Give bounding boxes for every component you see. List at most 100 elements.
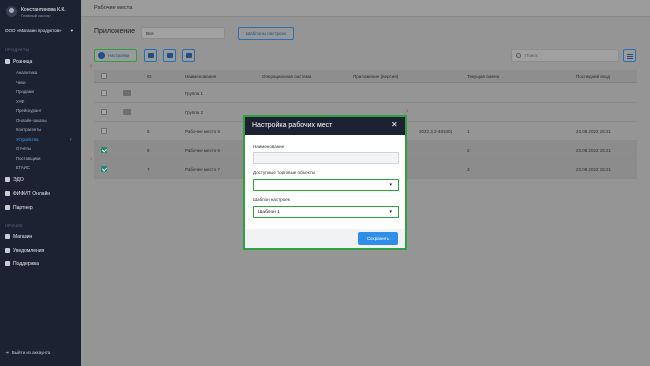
sub-contractors[interactable]: Контрагенты xyxy=(16,127,41,132)
column-shift[interactable]: Текущая смена xyxy=(467,74,499,79)
row-id: 6 xyxy=(147,148,150,153)
gear-icon xyxy=(98,52,105,59)
modal-header: Настройка рабочих мест ✕ xyxy=(245,117,405,135)
group-button[interactable] xyxy=(182,49,195,62)
filter-icon xyxy=(627,54,633,55)
sub-analytics[interactable]: Аналитика xyxy=(16,70,37,75)
row-app: 2022.3.2-48100) xyxy=(419,129,453,134)
select-all-checkbox[interactable] xyxy=(101,73,107,79)
row-checkbox[interactable] xyxy=(101,166,107,172)
page-title: Рабочие места xyxy=(94,5,133,11)
template-select[interactable]: Шаблон 1 ▾ xyxy=(253,206,399,218)
nav-edo[interactable]: ЭДО xyxy=(5,177,77,183)
search-input[interactable]: Поиск xyxy=(511,49,619,62)
row-id: 5 xyxy=(147,129,150,134)
close-icon[interactable]: ✕ xyxy=(391,120,398,129)
search-icon xyxy=(516,53,521,58)
store-icon xyxy=(5,234,10,239)
sub-devices[interactable]: Устройства xyxy=(16,137,38,142)
name-field[interactable] xyxy=(253,152,399,164)
row-checkbox[interactable] xyxy=(101,147,107,153)
move-to-folder-button[interactable] xyxy=(163,49,176,62)
workplace-settings-modal: Настройка рабочих мест ✕ Наименование До… xyxy=(243,115,407,250)
chevron-down-icon: ▾ xyxy=(389,182,392,188)
row-id: 7 xyxy=(147,167,150,172)
org-selector[interactable]: ООО «Магазин продуктов» ▾ xyxy=(5,28,77,33)
template-label: Шаблон настроек xyxy=(253,197,290,202)
avatar xyxy=(6,6,17,17)
nav-support[interactable]: Поддержка xyxy=(5,261,77,267)
row-shift: 1 xyxy=(467,129,470,134)
nav-fwl[interactable]: ФИФИТ Онлайн xyxy=(5,191,77,197)
sub-pricelist[interactable]: Прейскурант xyxy=(16,108,42,113)
chevron-down-icon: ▾ xyxy=(389,209,392,215)
column-last-login[interactable]: Последний вход xyxy=(576,74,610,79)
sub-sales[interactable]: Продажи xyxy=(16,89,34,94)
row-checkbox[interactable] xyxy=(101,90,107,96)
cart-icon xyxy=(5,59,10,64)
row-last-login: 23.08.2022 15:21 xyxy=(576,129,612,134)
annotation-mark-1: 1 xyxy=(90,156,93,161)
logout-button[interactable]: ⇥ Выйти из аккаунта xyxy=(5,350,50,356)
chevron-left-icon: ‹ xyxy=(70,137,72,143)
handshake-icon xyxy=(5,205,10,210)
sub-uaf[interactable]: УАФ xyxy=(16,99,24,104)
nav-retail[interactable]: Розница xyxy=(5,59,77,65)
sub-egais[interactable]: ЕГАИС xyxy=(16,165,30,170)
row-name: Рабочее место 6 xyxy=(185,148,221,153)
row-last-login: 23.08.2022 15:21 xyxy=(576,167,612,172)
name-label: Наименование xyxy=(253,144,285,149)
nav-store[interactable]: Магазин xyxy=(5,234,77,240)
app-select[interactable]: Все xyxy=(141,27,225,39)
sub-reports[interactable]: Отчёты xyxy=(16,146,31,151)
modal-footer: Сохранить xyxy=(245,229,405,248)
objects-label: Доступные торговые объекты xyxy=(253,170,316,175)
sub-receipts[interactable]: Чеки xyxy=(16,80,26,85)
user-profile[interactable]: Константинова К.К. Главный кассир xyxy=(6,6,80,22)
filter-button[interactable] xyxy=(623,49,636,62)
annotation-mark-2: 2 xyxy=(90,63,93,68)
topbar: Рабочие места xyxy=(81,0,650,17)
add-folder-button[interactable] xyxy=(144,49,157,62)
section-products: ПРОДУКТЫ xyxy=(5,47,30,52)
sub-suppliers[interactable]: Поставщики xyxy=(16,156,40,161)
sub-online-orders[interactable]: Онлайн-заказы xyxy=(16,118,47,123)
objects-select[interactable]: ▾ xyxy=(253,179,399,191)
chevron-down-icon: ▾ xyxy=(70,28,73,33)
nav-notifications[interactable]: Уведомления xyxy=(5,248,77,254)
section-other: ПРОЧЕЕ xyxy=(5,223,24,228)
row-name: Рабочее место 7 xyxy=(185,167,221,172)
box-icon xyxy=(5,191,10,196)
folder-icon xyxy=(123,109,131,115)
row-last-login: 23.08.2022 15:21 xyxy=(576,148,612,153)
folder-plus-icon xyxy=(148,53,154,58)
bell-icon xyxy=(5,248,10,253)
row-checkbox[interactable] xyxy=(101,128,107,134)
row-shift: 2 xyxy=(467,148,470,153)
sidebar: Константинова К.К. Главный кассир ООО «М… xyxy=(0,0,81,366)
settings-button[interactable]: Настройки xyxy=(94,49,137,62)
save-button[interactable]: Сохранить xyxy=(358,232,398,245)
app-label: Приложение xyxy=(94,28,136,35)
row-name: Группа 1 xyxy=(185,91,204,96)
column-app[interactable]: Приложение (версия) xyxy=(353,74,398,79)
table-row[interactable]: Группа 1 xyxy=(94,84,637,103)
row-name: Рабочее место 5 xyxy=(185,129,221,134)
folder-icon xyxy=(167,53,173,58)
table-header: ID Наименование Операционная система При… xyxy=(94,70,637,83)
folder-icon xyxy=(123,90,131,96)
document-icon xyxy=(5,177,10,182)
phone-icon xyxy=(5,261,10,266)
row-shift: 3 xyxy=(467,167,470,172)
column-name[interactable]: Наименование xyxy=(185,74,216,79)
nav-partner[interactable]: Партнер xyxy=(5,205,77,211)
column-id[interactable]: ID xyxy=(147,74,152,79)
column-os[interactable]: Операционная система xyxy=(262,74,311,79)
row-checkbox[interactable] xyxy=(101,109,107,115)
settings-templates-button[interactable]: Шаблоны настроек xyxy=(238,27,294,40)
group-icon xyxy=(186,53,192,58)
modal-title: Настройка рабочих мест xyxy=(252,122,333,129)
user-role: Главный кассир xyxy=(21,13,51,18)
row-name: Группа 2 xyxy=(185,110,204,115)
logout-icon: ⇥ xyxy=(5,350,9,355)
